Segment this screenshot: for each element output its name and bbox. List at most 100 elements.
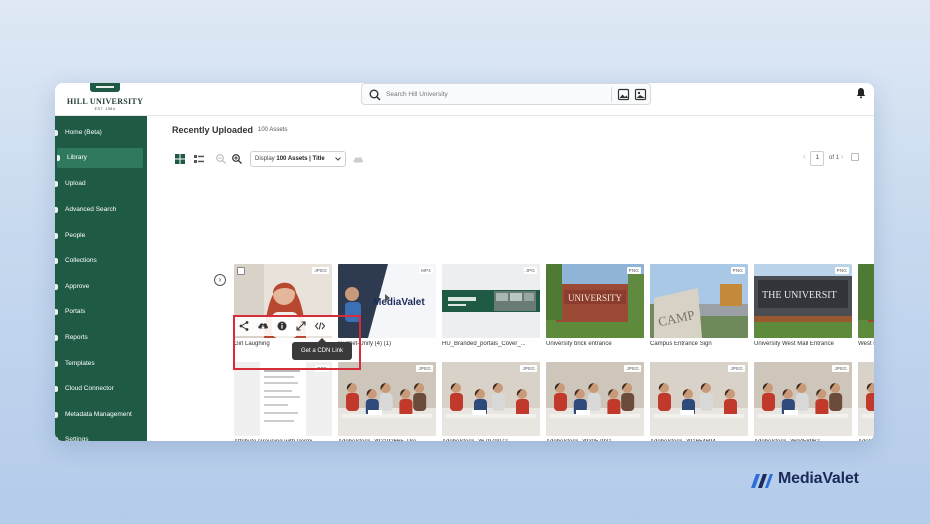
asset-name[interactable]: University brick entrance [546,341,644,347]
sidebar-item-label: Library [67,154,87,161]
file-type-badge: PNG [730,267,745,274]
page-number-input[interactable]: 1 [810,151,825,166]
thumbnail-image [442,264,540,338]
sidebar-item-people[interactable]: People [55,226,147,246]
sidebar-item-label: Home (Beta) [65,129,102,136]
asset-name[interactable]: Gumlet-Unify (4) (1) [338,341,436,347]
asset-thumbnail[interactable]: UNIVERSITY [858,264,874,338]
sidebar-item-metadata-management[interactable]: Metadata Management [55,405,147,425]
asset-name[interactable]: University West Mall Entrance [754,341,852,347]
chevron-down-icon [335,157,341,161]
asset-name[interactable]: West Mall Entrance Close [858,341,874,347]
mediavalet-brand: MediaValet [750,470,880,492]
asset-thumbnail[interactable] [650,362,748,436]
sidebar-item-home-beta[interactable]: Home (Beta) [55,123,147,143]
expand-sidebar-button[interactable]: › [214,274,226,286]
asset-thumbnail[interactable]: CAMP [650,264,748,338]
zoom-out-icon[interactable] [215,153,227,165]
file-type-badge: JPEG [312,267,329,274]
sidebar-item-reports[interactable]: Reports [55,328,147,348]
share-icon[interactable] [238,320,250,332]
asset-tile[interactable]: JPEG AdobeStock_392192665_Pre... [338,362,436,441]
sidebar-item-upload[interactable]: Upload [55,174,147,194]
thumbnail-image: UNIVERSITY [858,264,874,338]
asset-checkbox[interactable] [237,267,245,275]
asset-tile[interactable]: JPEG AdobeStock_391654694 [650,362,748,441]
asset-tile[interactable]: JPEG AdobeStock_367979072 [442,362,540,441]
asset-name[interactable]: HU_Branded_portals_Cover_... [442,341,540,347]
sidebar-bullet-icon [55,258,58,264]
asset-name[interactable]: Attribute Grouping with Permi... [234,439,332,441]
asset-name[interactable]: AdobeStock_367979072 [442,439,540,441]
hill-university-logo[interactable]: HILL UNIVERSITY EST. 1984 [65,83,145,115]
code-icon[interactable] [314,320,326,332]
sidebar-item-label: Approve [65,283,90,290]
sidebar-item-advanced-search[interactable]: Advanced Search [55,200,147,220]
thumbnail-image: THE UNIVERSIT [754,264,852,338]
asset-tile[interactable]: UNIVERSITY PNG University brick entrance [546,264,644,350]
display-prefix: Display [255,156,275,162]
asset-thumbnail[interactable] [546,362,644,436]
asset-name[interactable]: Campus Entrance Sign [650,341,748,347]
download-icon[interactable] [257,320,269,332]
expand-icon[interactable] [295,320,307,332]
sidebar-item-templates[interactable]: Templates [55,354,147,374]
asset-tile[interactable]: THE UNIVERSIT PNG University West Mall Ent… [754,264,852,350]
sidebar-item-label: People [65,232,86,239]
asset-tile[interactable]: JPEG AdobeStock_369458962 [754,362,852,441]
asset-thumbnail[interactable] [442,264,540,338]
file-type-badge: PDF [315,365,329,372]
asset-name[interactable]: AdobeStock_369458962 [754,439,852,441]
asset-tile[interactable]: JPEGAdobeStock_39165455 [858,362,874,441]
asset-name[interactable]: AdobeStock_39165455 [858,439,874,441]
asset-thumbnail[interactable] [754,362,852,436]
image-search-icon[interactable] [617,88,630,101]
sidebar-item-approve[interactable]: Approve [55,277,147,297]
thumbnail-image [546,362,644,436]
thumbnail-image [338,362,436,436]
prev-page-icon[interactable]: ‹ [803,152,806,161]
cdn-link-tooltip: Get a CDN Link [292,338,352,360]
next-page-icon[interactable]: › [841,152,844,161]
file-type-badge: PNG [626,267,641,274]
asset-tile[interactable]: JPG HU_Branded_portals_Cover_... [442,264,540,350]
file-type-badge: MP4 [419,267,433,274]
search-input[interactable] [386,87,606,102]
sidebar-item-cloud-connector[interactable]: Cloud Connector [55,379,147,399]
cloud-icon[interactable] [352,154,364,164]
asset-thumbnail[interactable] [234,362,332,436]
asset-thumbnail[interactable] [442,362,540,436]
select-all-checkbox[interactable] [851,153,860,162]
page-total: of 1 [829,155,840,161]
info-icon[interactable] [276,320,288,332]
asset-tile[interactable]: CAMP PNG Campus Entrance Sign [650,264,748,350]
asset-tile[interactable]: UNIVERSITYPNGWest Mall Entrance Close [858,264,874,350]
sidebar-item-label: Advanced Search [65,206,117,213]
asset-tile[interactable]: JPEG AdobeStock_393057931 [546,362,644,441]
main-content: Recently Uploaded 100 Assets Display 100… [147,116,874,441]
asset-thumbnail[interactable] [858,362,874,436]
asset-tile[interactable]: PDF Attribute Grouping with Permi... [234,362,332,441]
display-dropdown[interactable]: Display 100 Assets | Title [250,151,346,167]
sidebar-bullet-icon [55,130,58,136]
svg-text:UNIVERSITY: UNIVERSITY [568,293,622,303]
sidebar-item-portals[interactable]: Portals [55,302,147,322]
visual-search-icon[interactable] [634,88,647,101]
asset-name[interactable]: AdobeStock_391654694 [650,439,748,441]
asset-thumbnail[interactable] [338,362,436,436]
asset-tile[interactable]: MediaValet MP4 Gumlet-Unify (4) (1) [338,264,436,350]
list-view-icon[interactable] [193,153,205,165]
asset-thumbnail[interactable]: UNIVERSITY [546,264,644,338]
search-icon[interactable] [368,88,382,102]
bell-icon[interactable] [855,87,867,99]
sidebar-item-label: Settings [65,436,89,441]
sidebar-item-settings[interactable]: Settings [55,430,147,441]
sidebar-item-collections[interactable]: Collections [55,251,147,271]
zoom-in-icon[interactable] [231,153,243,165]
grid-view-icon[interactable] [174,153,186,165]
sidebar-item-library[interactable]: Library [57,148,143,168]
asset-thumbnail[interactable]: THE UNIVERSIT [754,264,852,338]
asset-name[interactable]: AdobeStock_393057931 [546,439,644,441]
asset-thumbnail[interactable]: MediaValet [338,264,436,338]
asset-name[interactable]: AdobeStock_392192665_Pre... [338,439,436,441]
